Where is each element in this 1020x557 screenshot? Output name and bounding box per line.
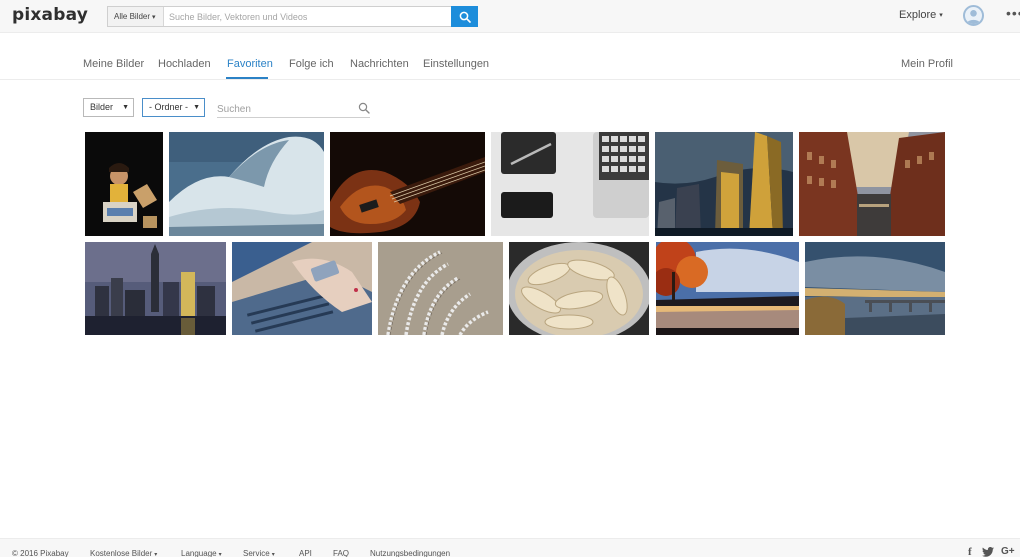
desk-laptop-photo <box>491 132 649 236</box>
media-type-select[interactable]: Bilder ▼ <box>83 98 134 117</box>
footer-link-api[interactable]: API <box>299 549 312 557</box>
chevron-down-icon: ▾ <box>218 552 222 557</box>
footer-link-label: Language <box>181 549 217 557</box>
bass-guitar-photo <box>330 132 485 236</box>
chevron-down-icon: ▼ <box>122 104 129 111</box>
chevron-down-icon: ▾ <box>152 14 156 21</box>
footer-link-label: Kostenlose Bilder <box>90 549 153 557</box>
user-icon <box>966 10 981 24</box>
footer-link-service[interactable]: Service ▾ <box>243 549 275 557</box>
tab-meine-bilder[interactable]: Meine Bilder <box>83 58 144 70</box>
more-menu-icon[interactable]: ••• <box>1006 5 1020 21</box>
sausages-pot-photo <box>509 242 649 335</box>
chevron-down-icon: ▾ <box>271 552 275 557</box>
active-tab-indicator <box>226 77 268 79</box>
facebook-icon[interactable]: f <box>968 546 972 557</box>
chevron-down-icon: ▼ <box>193 104 200 111</box>
stone-spiral-photo <box>378 242 503 335</box>
tab-folge-ich[interactable]: Folge ich <box>289 58 334 70</box>
gallery-image[interactable] <box>491 132 649 236</box>
search-category-label: Alle Bilder <box>114 12 151 21</box>
gallery-image[interactable] <box>655 132 793 236</box>
profile-nav: Meine Bilder Hochladen Favoriten Folge i… <box>0 33 1020 80</box>
chevron-down-icon: ▾ <box>154 552 158 557</box>
river-bridge-photo <box>805 242 945 335</box>
footer-link-kostenlose-bilder[interactable]: Kostenlose Bilder ▾ <box>90 549 157 557</box>
tab-hochladen[interactable]: Hochladen <box>158 58 211 70</box>
tab-favoriten[interactable]: Favoriten <box>227 58 273 70</box>
explore-label: Explore <box>899 9 937 21</box>
favorites-search-input[interactable] <box>217 101 347 117</box>
explore-menu[interactable]: Explore ▾ <box>899 9 943 21</box>
gallery-image[interactable] <box>378 242 503 335</box>
child-with-boxes-photo <box>85 132 163 236</box>
twitter-icon[interactable] <box>982 547 994 557</box>
avatar[interactable] <box>963 5 984 26</box>
chevron-down-icon: ▾ <box>939 12 943 19</box>
folder-value: - Ordner - <box>149 102 189 112</box>
footer-link-faq[interactable]: FAQ <box>333 549 349 557</box>
warehouse-canal-photo <box>799 132 945 236</box>
gallery-image[interactable] <box>805 242 945 335</box>
media-type-value: Bilder <box>90 102 114 112</box>
footer-link-label: Service <box>243 549 270 557</box>
top-bar: pixabay Alle Bilder▾ Explore▾ ••• <box>0 0 1020 33</box>
ocean-wave-photo <box>169 132 324 236</box>
phone-laptop-hands-photo <box>232 242 372 335</box>
favorites-search <box>217 99 370 118</box>
my-profile-link[interactable]: Mein Profil <box>901 58 953 70</box>
gallery-image[interactable] <box>656 242 799 335</box>
search-icon <box>459 11 471 23</box>
search-button[interactable] <box>451 6 478 27</box>
gallery-image[interactable] <box>85 242 226 335</box>
pixabay-logo[interactable]: pixabay <box>12 5 88 25</box>
skyscrapers-photo <box>655 132 793 236</box>
folder-select[interactable]: - Ordner - ▼ <box>142 98 205 117</box>
footer-link-language[interactable]: Language ▾ <box>181 549 222 557</box>
google-plus-icon[interactable]: G+ <box>1001 546 1015 557</box>
gallery-image[interactable] <box>232 242 372 335</box>
gallery-image[interactable] <box>330 132 485 236</box>
footer-link-nutzungsbedingungen[interactable]: Nutzungsbedingungen <box>370 549 450 557</box>
search-icon[interactable] <box>358 102 370 114</box>
footer: © 2016 Pixabay Kostenlose Bilder ▾ Langua… <box>0 538 1020 557</box>
gallery-image[interactable] <box>169 132 324 236</box>
city-skyline-photo <box>85 242 226 335</box>
search-input[interactable] <box>164 7 451 26</box>
tab-nachrichten[interactable]: Nachrichten <box>350 58 409 70</box>
autumn-lake-photo <box>656 242 799 335</box>
gallery-image[interactable] <box>509 242 649 335</box>
tab-einstellungen[interactable]: Einstellungen <box>423 58 489 70</box>
search-bar: Alle Bilder ▾ <box>107 6 478 27</box>
gallery-image[interactable] <box>799 132 945 236</box>
gallery-image[interactable] <box>85 132 163 236</box>
search-category-dropdown[interactable]: Alle Bilder ▾ <box>108 7 164 26</box>
copyright-text: © 2016 Pixabay <box>12 549 69 557</box>
